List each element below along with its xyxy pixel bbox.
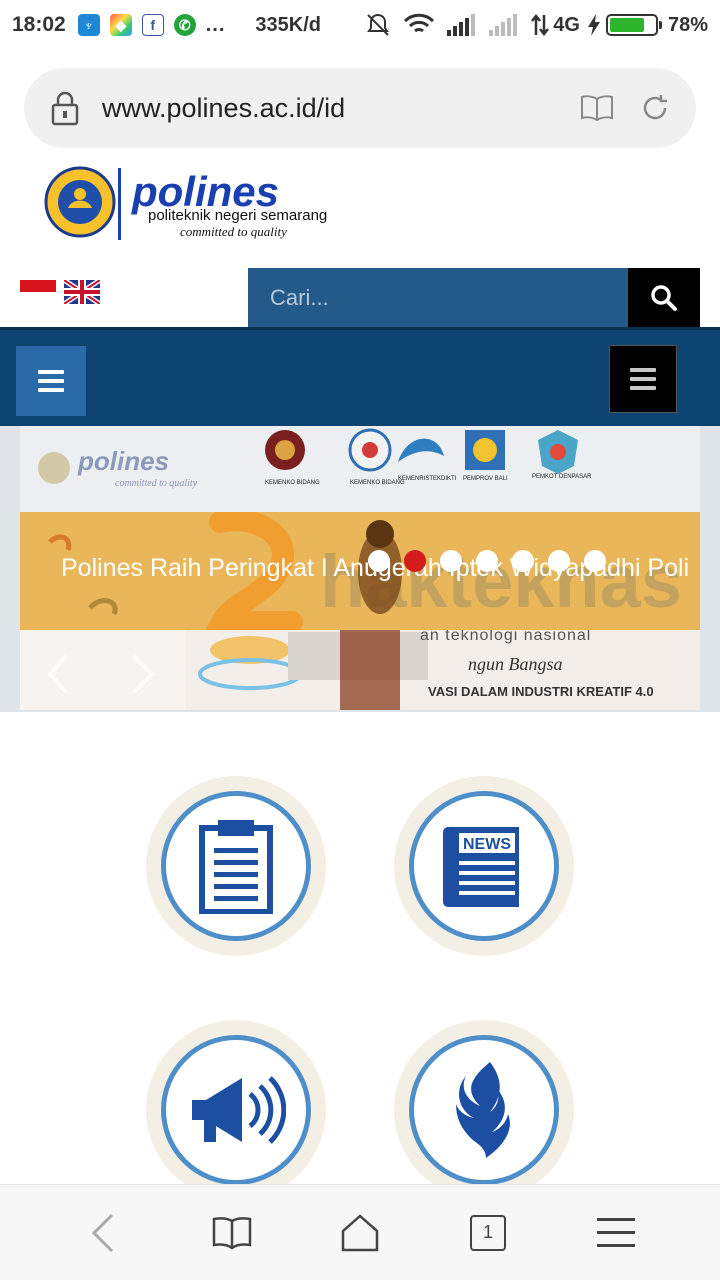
- url-text[interactable]: www.polines.ac.id/id: [102, 93, 554, 124]
- svg-text:VASI DALAM INDUSTRI KREATIF 4.: VASI DALAM INDUSTRI KREATIF 4.0: [428, 684, 654, 699]
- secondary-menu-button[interactable]: [609, 345, 677, 413]
- clock: 18:02: [12, 13, 66, 36]
- status-bar: 18:02 ♆ ◆ f ✆ ... 335K/d 4G 78%: [0, 0, 720, 50]
- svg-text:committed to quality: committed to quality: [180, 224, 287, 239]
- clipboard-icon: [199, 820, 273, 914]
- svg-text:NEWS: NEWS: [463, 836, 511, 853]
- slider-dot[interactable]: [512, 550, 534, 572]
- slider-next-button[interactable]: [100, 630, 184, 710]
- browser-toolbar: 1: [0, 1184, 720, 1280]
- slider-pagination: [368, 550, 606, 572]
- refresh-icon[interactable]: [640, 93, 670, 123]
- site-search: [248, 268, 700, 328]
- slide-banner-top: polines committed to quality KEMENKO BID…: [20, 426, 700, 512]
- polines-logo[interactable]: polines politeknik negeri semarang commi…: [40, 164, 360, 246]
- whatsapp-icon: ✆: [173, 14, 196, 36]
- photo-app-icon: ◆: [109, 14, 132, 36]
- svg-text:KEMENRISTEKDIKTI: KEMENRISTEKDIKTI: [398, 476, 457, 482]
- more-notifications: ...: [205, 13, 226, 36]
- slider-dot[interactable]: [476, 550, 498, 572]
- main-nav: [0, 330, 720, 426]
- chevron-left-icon: [91, 1213, 114, 1252]
- chevron-left-icon: [20, 630, 100, 710]
- tabs-button[interactable]: 1: [458, 1203, 518, 1263]
- home-button[interactable]: [330, 1203, 390, 1263]
- hamburger-icon: [38, 370, 64, 392]
- flame-icon: [456, 1062, 510, 1158]
- svg-text:ngun Bangsa: ngun Bangsa: [468, 654, 563, 674]
- language-switcher: [20, 277, 102, 307]
- search-icon: [651, 285, 677, 311]
- tab-count: 1: [470, 1214, 506, 1251]
- address-bar[interactable]: www.polines.ac.id/id: [24, 68, 696, 148]
- news-slider[interactable]: polines committed to quality KEMENKO BID…: [0, 426, 720, 712]
- announcement-icon-tile[interactable]: [146, 1020, 326, 1200]
- megaphone-icon: [192, 1076, 286, 1144]
- search-button[interactable]: [628, 268, 700, 328]
- browser-menu-button[interactable]: [586, 1203, 646, 1263]
- network-type: 4G: [553, 13, 580, 36]
- bell-muted-icon: [365, 12, 391, 38]
- battery-icon: [605, 14, 662, 36]
- uk-flag-icon[interactable]: [62, 277, 102, 307]
- chevron-right-icon: [100, 630, 184, 710]
- svg-text:committed to quality: committed to quality: [115, 478, 198, 489]
- svg-text:KEMENKO BIDANG: KEMENKO BIDANG: [265, 480, 320, 486]
- wifi-icon: [403, 13, 435, 37]
- svg-text:KEMENKO BIDANG: KEMENKO BIDANG: [350, 480, 405, 486]
- svg-text:PEMPROV BALI: PEMPROV BALI: [463, 476, 508, 482]
- battery-level: [609, 18, 645, 32]
- slider-prev-button[interactable]: [20, 630, 100, 710]
- facebook-icon: f: [141, 14, 164, 36]
- id-flag-icon[interactable]: [20, 280, 56, 304]
- slider-dot[interactable]: [404, 550, 426, 572]
- back-button[interactable]: [74, 1203, 134, 1263]
- home-icon: [341, 1213, 379, 1251]
- wifi-manager-app-icon: ♆: [77, 14, 100, 36]
- signal-weak-icon: [489, 14, 519, 36]
- svg-text:an teknologi nasional: an teknologi nasional: [420, 630, 591, 644]
- news-icon-tile[interactable]: NEWS: [394, 776, 574, 956]
- data-transfer-icon: [531, 13, 550, 37]
- reader-mode-icon[interactable]: [580, 94, 614, 122]
- book-icon: [212, 1216, 252, 1250]
- flame-icon-tile[interactable]: [394, 1020, 574, 1200]
- slider-dot[interactable]: [584, 550, 606, 572]
- signal-icon: [447, 14, 477, 36]
- bookmarks-button[interactable]: [202, 1203, 262, 1263]
- newspaper-icon: NEWS: [443, 827, 519, 907]
- battery-percent: 78%: [667, 13, 708, 36]
- search-input[interactable]: [248, 268, 628, 328]
- hamburger-icon: [597, 1217, 635, 1247]
- hamburger-icon: [630, 368, 656, 390]
- clipboard-icon-tile[interactable]: [146, 776, 326, 956]
- nav-menu-button[interactable]: [16, 346, 86, 416]
- slider-dot[interactable]: [440, 550, 462, 572]
- lock-icon: [50, 90, 80, 126]
- charging-icon: [587, 14, 600, 36]
- slider-dot[interactable]: [548, 550, 570, 572]
- svg-text:politeknik negeri semarang: politeknik negeri semarang: [148, 207, 327, 224]
- svg-text:PEMKOT DENPASAR: PEMKOT DENPASAR: [532, 474, 592, 480]
- slider-dot[interactable]: [368, 550, 390, 572]
- network-speed: 335K/d: [255, 13, 321, 36]
- svg-text:polines: polines: [77, 446, 169, 476]
